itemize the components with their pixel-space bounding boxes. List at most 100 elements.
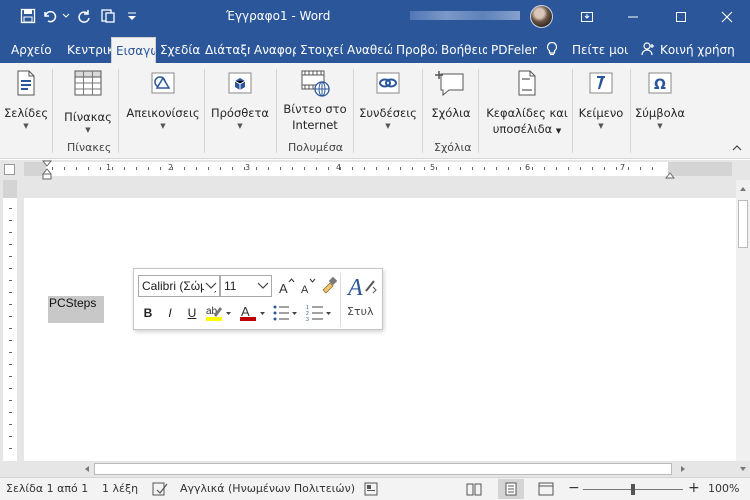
customize-qat-icon[interactable] — [120, 4, 144, 28]
vruler-tick — [9, 280, 12, 281]
online-video-label: Βίντεο στο Internet — [280, 101, 350, 133]
save-icon[interactable] — [16, 4, 40, 28]
language-indicator[interactable]: Αγγλικά (Ηνωμένων Πολιτειών) — [180, 482, 355, 495]
vertical-ruler — [3, 180, 17, 461]
size-dropdown-icon[interactable] — [256, 281, 270, 291]
font-dropdown-icon[interactable] — [204, 281, 218, 291]
tab-design[interactable]: Σχεδίαση — [156, 37, 201, 63]
svg-text:A: A — [346, 275, 363, 301]
comment-button[interactable]: Σχόλια — [428, 67, 474, 121]
highlight-color-icon[interactable]: ab — [204, 303, 232, 323]
tab-file[interactable]: Αρχείο — [7, 37, 63, 63]
collapse-ribbon-icon[interactable] — [732, 143, 742, 153]
tab-mailings[interactable]: Στοιχεία — [296, 37, 343, 63]
page-count[interactable]: Σελίδα 1 από 1 — [6, 482, 88, 495]
share-user-icon[interactable] — [640, 41, 656, 57]
close-icon[interactable] — [704, 0, 750, 33]
avatar[interactable] — [530, 5, 553, 28]
text-label: Κείμενο — [578, 106, 624, 120]
table-button[interactable]: Πίνακας ▼ — [60, 67, 116, 135]
maximize-icon[interactable] — [658, 0, 704, 33]
online-video-button[interactable]: Βίντεο στο Internet — [280, 67, 350, 133]
selected-text[interactable]: PCSteps — [48, 296, 104, 323]
symbols-button[interactable]: Ω Σύμβολα ▼ — [634, 67, 686, 131]
undo-dropdown-icon[interactable] — [60, 4, 72, 28]
scroll-down-icon[interactable] — [738, 464, 748, 474]
addins-button[interactable]: Πρόσθετα ▼ — [208, 67, 272, 131]
font-color-icon[interactable]: A — [238, 303, 266, 323]
undo-icon[interactable] — [40, 4, 60, 28]
format-painter-icon[interactable] — [320, 276, 338, 294]
ruler-tick — [556, 167, 557, 170]
tab-selector[interactable] — [4, 164, 15, 175]
read-mode-icon[interactable] — [466, 482, 482, 496]
symbols-label: Σύμβολα — [635, 106, 685, 120]
tell-me-search[interactable]: Πείτε μου — [568, 37, 628, 63]
ruler-tick — [268, 167, 269, 170]
vertical-scroll-thumb[interactable] — [738, 200, 748, 248]
links-button[interactable]: Συνδέσεις ▼ — [357, 67, 419, 131]
tab-home[interactable]: Κεντρική — [63, 37, 111, 63]
illustrations-icon — [147, 67, 179, 99]
styles-icon[interactable]: A — [346, 273, 378, 301]
lightbulb-icon[interactable] — [544, 41, 560, 57]
ribbon-display-options-icon[interactable] — [564, 0, 610, 33]
tab-references[interactable]: Αναφορές — [250, 37, 296, 63]
redo-icon[interactable] — [72, 4, 96, 28]
tab-pdfelement[interactable]: PDFelement — [487, 37, 537, 63]
horizontal-ruler: 1 2 3 4 5 6 7 — [0, 160, 750, 180]
ruler-tick — [472, 167, 473, 170]
right-indent-marker[interactable] — [665, 169, 675, 179]
shrink-font-icon[interactable]: A — [299, 275, 317, 297]
minimize-icon[interactable] — [610, 0, 656, 33]
illustrations-button[interactable]: Απεικονίσεις ▼ — [124, 67, 202, 131]
addins-label: Πρόσθετα — [210, 106, 270, 120]
vertical-scrollbar[interactable] — [736, 180, 750, 461]
print-layout-icon[interactable] — [503, 482, 519, 496]
ruler-tick — [340, 167, 341, 170]
numbering-icon[interactable]: 123 — [306, 303, 334, 323]
bold-button[interactable]: B — [138, 302, 158, 324]
ruler-tick — [544, 167, 545, 170]
share-button[interactable]: Κοινή χρήση — [656, 37, 746, 63]
macro-recording-icon[interactable] — [364, 482, 378, 496]
scroll-up-icon[interactable] — [738, 184, 748, 194]
scroll-right-icon[interactable] — [678, 464, 688, 474]
text-button[interactable]: Κείμενο ▼ — [576, 67, 626, 131]
tab-insert[interactable]: Εισαγωγή — [111, 37, 156, 63]
ruler-tick — [76, 167, 77, 170]
tab-review[interactable]: Αναθεώρηση — [343, 37, 392, 63]
vruler-tick — [9, 304, 12, 305]
tab-help[interactable]: Βοήθεια — [437, 37, 487, 63]
links-icon — [372, 67, 404, 99]
tab-view[interactable]: Προβολή — [392, 37, 437, 63]
zoom-out-icon[interactable]: − — [568, 480, 580, 496]
tab-layout[interactable]: Διάταξη — [201, 37, 250, 63]
comments-group-label: Σχόλια — [434, 141, 472, 154]
vruler-tick — [9, 268, 12, 269]
proofing-icon[interactable] — [152, 482, 168, 496]
zoom-level[interactable]: 100% — [708, 482, 739, 495]
ruler-tick — [652, 167, 653, 170]
scroll-left-icon[interactable] — [82, 464, 92, 474]
horizontal-scrollbar[interactable] — [0, 461, 750, 477]
ruler-tick — [400, 167, 401, 170]
horizontal-scroll-thumb[interactable] — [94, 463, 672, 475]
ruler-tick — [220, 167, 221, 170]
web-layout-icon[interactable] — [538, 482, 554, 496]
table-label: Πίνακας — [64, 110, 112, 124]
italic-button[interactable]: I — [160, 302, 180, 324]
svg-text:3: 3 — [306, 317, 309, 323]
touch-mode-icon[interactable] — [96, 4, 120, 28]
grow-font-icon[interactable]: A — [277, 275, 295, 297]
zoom-in-icon[interactable]: + — [688, 480, 700, 496]
indent-marker[interactable] — [42, 160, 52, 180]
bullets-icon[interactable] — [272, 303, 300, 323]
word-count[interactable]: 1 λέξη — [102, 482, 138, 495]
zoom-slider-thumb[interactable] — [631, 484, 635, 495]
pages-button[interactable]: Σελίδες ▼ — [4, 67, 48, 131]
underline-button[interactable]: U — [182, 302, 202, 324]
header-footer-button[interactable]: Κεφαλίδες και υποσέλιδα ▼ — [484, 67, 570, 139]
comment-label: Σχόλια — [431, 106, 471, 120]
vruler-tick — [9, 220, 12, 221]
